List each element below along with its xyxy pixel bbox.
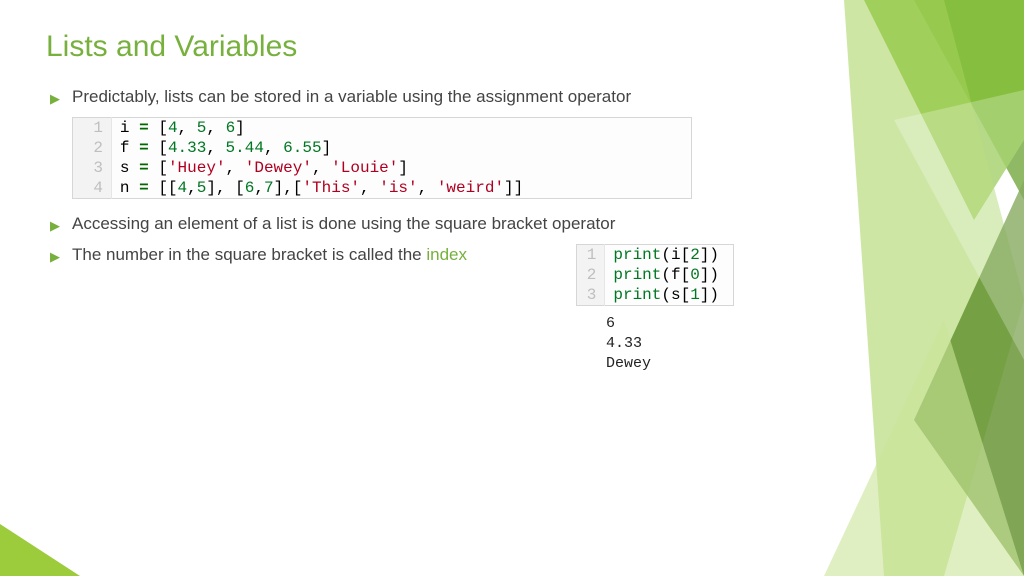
bullet-2: ▶ Accessing an element of a list is done… [50,213,734,236]
slide-title: Lists and Variables [46,30,734,64]
line-number: 2 [576,265,605,285]
bullet-3-row: ▶ The number in the square bracket is ca… [46,244,734,306]
code-line-2: f = [4.33, 5.44, 6.55] [111,138,691,158]
code2-line-3: print(s[1]) [605,285,734,306]
line-number: 3 [73,158,112,178]
line-number: 1 [576,244,605,265]
output-line: 6 [606,314,734,334]
code-line-3: s = ['Huey', 'Dewey', 'Louie'] [111,158,691,178]
index-keyword: index [426,245,467,264]
code2-line-2: print(f[0]) [605,265,734,285]
output-block: 6 4.33 Dewey [606,314,734,375]
bullet-3-text: The number in the square bracket is call… [72,244,467,267]
bullet-1: ▶ Predictably, lists can be stored in a … [50,86,734,109]
bullet-icon: ▶ [50,249,60,265]
bullet-icon: ▶ [50,91,60,107]
corner-accent [0,524,80,576]
output-line: 4.33 [606,334,734,354]
bullet-2-text: Accessing an element of a list is done u… [72,213,615,236]
code-line-4: n = [[4,5], [6,7],['This', 'is', 'weird'… [111,178,691,199]
slide-content: Lists and Variables ▶ Predictably, lists… [0,0,790,395]
output-line: Dewey [606,354,734,374]
line-number: 4 [73,178,112,199]
bullet-1-text: Predictably, lists can be stored in a va… [72,86,631,109]
line-number: 1 [73,117,112,138]
code-line-1: i = [4, 5, 6] [111,117,691,138]
code2-line-1: print(i[2]) [605,244,734,265]
line-number: 2 [73,138,112,158]
line-number: 3 [576,285,605,306]
bullet-icon: ▶ [50,218,60,234]
code-block-assignments: 1 i = [4, 5, 6] 2 f = [4.33, 5.44, 6.55]… [72,117,692,199]
code-block-prints: 1 print(i[2]) 2 print(f[0]) 3 print(s[1]… [576,244,734,306]
